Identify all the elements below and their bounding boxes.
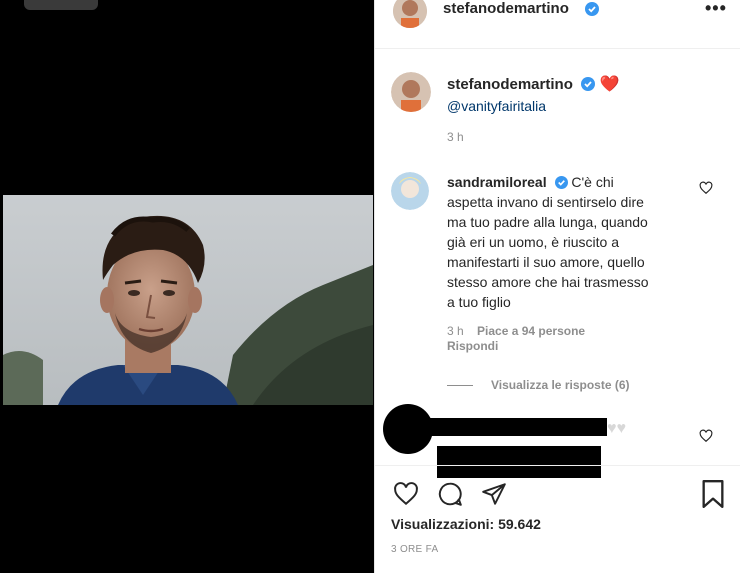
comment-line: C'è chi: [571, 174, 614, 190]
comment-time[interactable]: 3 h: [447, 324, 464, 338]
caption-mention[interactable]: @vanityfairitalia: [447, 96, 727, 116]
reply-button[interactable]: Rispondi: [447, 339, 498, 353]
comment-line: già eri un uomo, è riuscito a: [447, 234, 619, 250]
views-count[interactable]: Visualizzazioni: 59.642: [391, 516, 541, 532]
heart-icon[interactable]: [393, 481, 419, 507]
comment-line: manifestarti il suo amore, quello: [447, 254, 645, 270]
comment-heart-icon[interactable]: [699, 181, 713, 195]
verified-icon: [581, 77, 596, 91]
comment-heart-icon[interactable]: [699, 429, 713, 443]
heart-emoji: ❤️: [599, 76, 620, 93]
view-replies-divider: [447, 385, 473, 386]
caption-time[interactable]: 3 h: [447, 130, 727, 144]
author-username[interactable]: stefanodemartino: [443, 0, 569, 17]
window-control-strip: [24, 0, 98, 10]
verified-icon: [554, 176, 568, 189]
comment-line: ma tuo padre alla lunga, quando: [447, 214, 648, 230]
action-bar: Visualizzazioni: 59.642 3 ORE FA: [375, 465, 740, 574]
share-icon[interactable]: [481, 481, 507, 507]
bookmark-icon[interactable]: [701, 480, 725, 508]
post-media[interactable]: [0, 0, 374, 573]
post-header: stefanodemartino •••: [375, 0, 740, 49]
comment-username[interactable]: sandramiloreal: [447, 174, 547, 190]
caption: stefanodemartino ❤️ @vanityfairitalia 3 …: [447, 74, 727, 144]
post-date[interactable]: 3 ORE FA: [391, 544, 438, 555]
heart-emojis: ♥♥: [607, 420, 626, 437]
comment-line: stesso amore che hai trasmesso: [447, 274, 649, 290]
comment-line: a tuo figlio: [447, 294, 511, 310]
more-icon[interactable]: •••: [705, 0, 727, 19]
view-replies-button[interactable]: Visualizza le risposte (6): [491, 378, 630, 392]
comment-line: aspetta invano di sentirselo dire: [447, 194, 644, 210]
post-side-panel: stefanodemartino ••• stefanodemartino ❤️…: [374, 0, 740, 573]
redacted-username: [425, 418, 607, 436]
comment: sandramiloreal C'è chi aspetta invano di…: [447, 172, 687, 353]
caption-username[interactable]: stefanodemartino: [447, 76, 573, 93]
author-avatar[interactable]: [393, 0, 427, 28]
post-photo: [3, 195, 373, 405]
comment-icon[interactable]: [437, 481, 463, 507]
verified-icon: [585, 2, 599, 16]
comment-avatar[interactable]: [391, 172, 429, 210]
comment-likes[interactable]: Piace a 94 persone: [477, 324, 585, 338]
caption-avatar[interactable]: [391, 72, 431, 112]
